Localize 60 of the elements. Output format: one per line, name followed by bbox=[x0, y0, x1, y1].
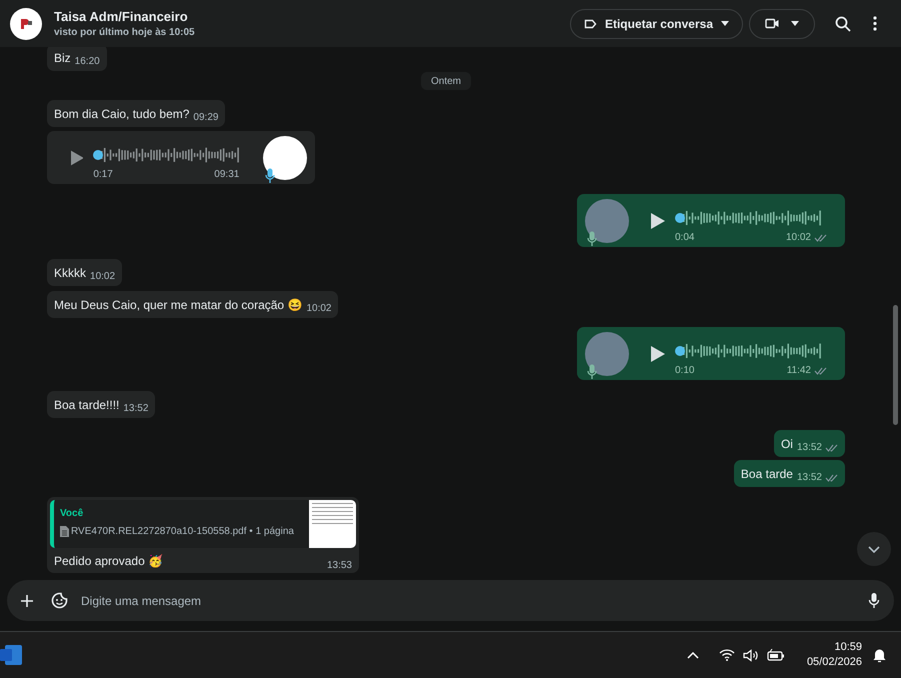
message-time: 16:20 bbox=[74, 55, 100, 69]
word-app-icon[interactable] bbox=[0, 644, 22, 666]
last-seen-status: visto por último hoje às 10:05 bbox=[54, 26, 195, 40]
date-chip: Ontem bbox=[420, 72, 471, 90]
caret-icon bbox=[791, 21, 799, 26]
play-icon[interactable] bbox=[70, 150, 84, 166]
battery-charging-icon[interactable] bbox=[766, 648, 785, 662]
clock-time[interactable]: 10:59 bbox=[834, 640, 862, 655]
microphone-icon bbox=[587, 230, 597, 246]
microphone-icon bbox=[587, 364, 597, 380]
message-time: 13:52 bbox=[796, 441, 822, 455]
message-composer[interactable]: Digite uma mensagem bbox=[7, 580, 894, 621]
video-call-button[interactable] bbox=[749, 8, 815, 38]
microphone-icon bbox=[265, 168, 275, 184]
message-time: 10:02 bbox=[90, 270, 116, 284]
play-icon[interactable] bbox=[651, 346, 665, 362]
play-icon[interactable] bbox=[651, 212, 665, 228]
message-time: 13:52 bbox=[796, 471, 822, 485]
wifi-icon[interactable] bbox=[718, 649, 735, 661]
speaker-icon[interactable] bbox=[742, 648, 759, 662]
message-text: Boa tarde!!!! bbox=[54, 398, 120, 414]
clock-date[interactable]: 05/02/2026 bbox=[806, 655, 862, 670]
message-time: 13:53 bbox=[326, 559, 352, 573]
message-text: Pedido aprovado 🥳 bbox=[54, 553, 164, 570]
plus-icon[interactable] bbox=[21, 594, 33, 606]
chevron-down-icon bbox=[868, 546, 880, 552]
message-time: 09:29 bbox=[193, 111, 218, 125]
scrollbar[interactable] bbox=[893, 305, 898, 425]
message-time: 10:02 bbox=[786, 231, 811, 245]
file-name: RVE470R.REL2272870a10-150558.pdf • 1 página bbox=[71, 525, 294, 539]
search-icon[interactable] bbox=[835, 16, 851, 32]
message-text: Kkkkk bbox=[54, 266, 86, 282]
label-chat-button[interactable]: Etiquetar conversa bbox=[570, 8, 743, 38]
audio-duration: 0:04 bbox=[675, 231, 694, 245]
caret-icon bbox=[721, 21, 729, 26]
document-icon bbox=[60, 526, 69, 537]
tag-icon bbox=[584, 18, 597, 28]
menu-icon[interactable] bbox=[873, 16, 877, 31]
message-text: Boa tarde bbox=[740, 467, 793, 483]
message-time: 09:31 bbox=[214, 168, 240, 182]
audio-duration: 0:17 bbox=[93, 168, 113, 182]
audio-duration: 0:10 bbox=[675, 364, 694, 378]
sticker-icon[interactable] bbox=[51, 592, 68, 609]
message-time: 13:52 bbox=[123, 402, 148, 416]
logo-icon bbox=[19, 18, 33, 30]
document-thumbnail bbox=[309, 500, 356, 548]
message-text: Biz bbox=[54, 51, 71, 67]
microphone-icon[interactable] bbox=[868, 592, 880, 609]
chevron-up-icon[interactable] bbox=[686, 652, 699, 658]
message-time: 10:02 bbox=[306, 302, 332, 316]
contact-avatar[interactable] bbox=[10, 8, 42, 40]
message-time: 11:42 bbox=[786, 364, 811, 378]
contact-name[interactable]: Taisa Adm/Financeiro bbox=[54, 8, 195, 26]
message-text: Meu Deus Caio, quer me matar do coração 😆 bbox=[54, 298, 302, 314]
video-camera-icon bbox=[765, 18, 779, 29]
notification-bell-icon[interactable] bbox=[872, 647, 887, 663]
message-text: Oi bbox=[780, 437, 793, 453]
message-text: Bom dia Caio, tudo bem? bbox=[54, 107, 190, 123]
scroll-down-button[interactable] bbox=[857, 532, 891, 566]
quote-author: Você bbox=[60, 507, 84, 521]
